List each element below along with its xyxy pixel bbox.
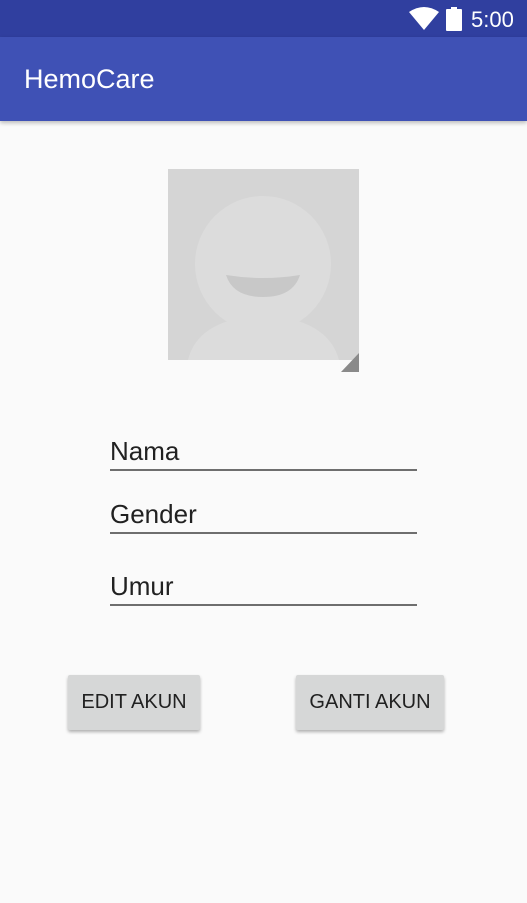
default-avatar-icon[interactable] bbox=[168, 169, 359, 360]
profile-screen: 5:00 HemoCare Nama Gender Umur EDIT AKUN… bbox=[0, 0, 527, 903]
battery-icon bbox=[446, 7, 462, 31]
ganti-akun-button[interactable]: GANTI AKUN bbox=[296, 675, 444, 730]
avatar-resize-corner-icon bbox=[341, 353, 359, 372]
status-bar: 5:00 bbox=[0, 0, 527, 37]
wifi-icon bbox=[409, 7, 439, 30]
app-title: HemoCare bbox=[24, 64, 155, 94]
status-time: 5:00 bbox=[471, 7, 514, 32]
umur-field[interactable]: Umur bbox=[110, 571, 417, 606]
nama-field[interactable]: Nama bbox=[110, 436, 417, 471]
app-bar: HemoCare bbox=[0, 37, 527, 121]
edit-akun-button[interactable]: EDIT AKUN bbox=[68, 675, 200, 730]
gender-field[interactable]: Gender bbox=[110, 499, 417, 534]
